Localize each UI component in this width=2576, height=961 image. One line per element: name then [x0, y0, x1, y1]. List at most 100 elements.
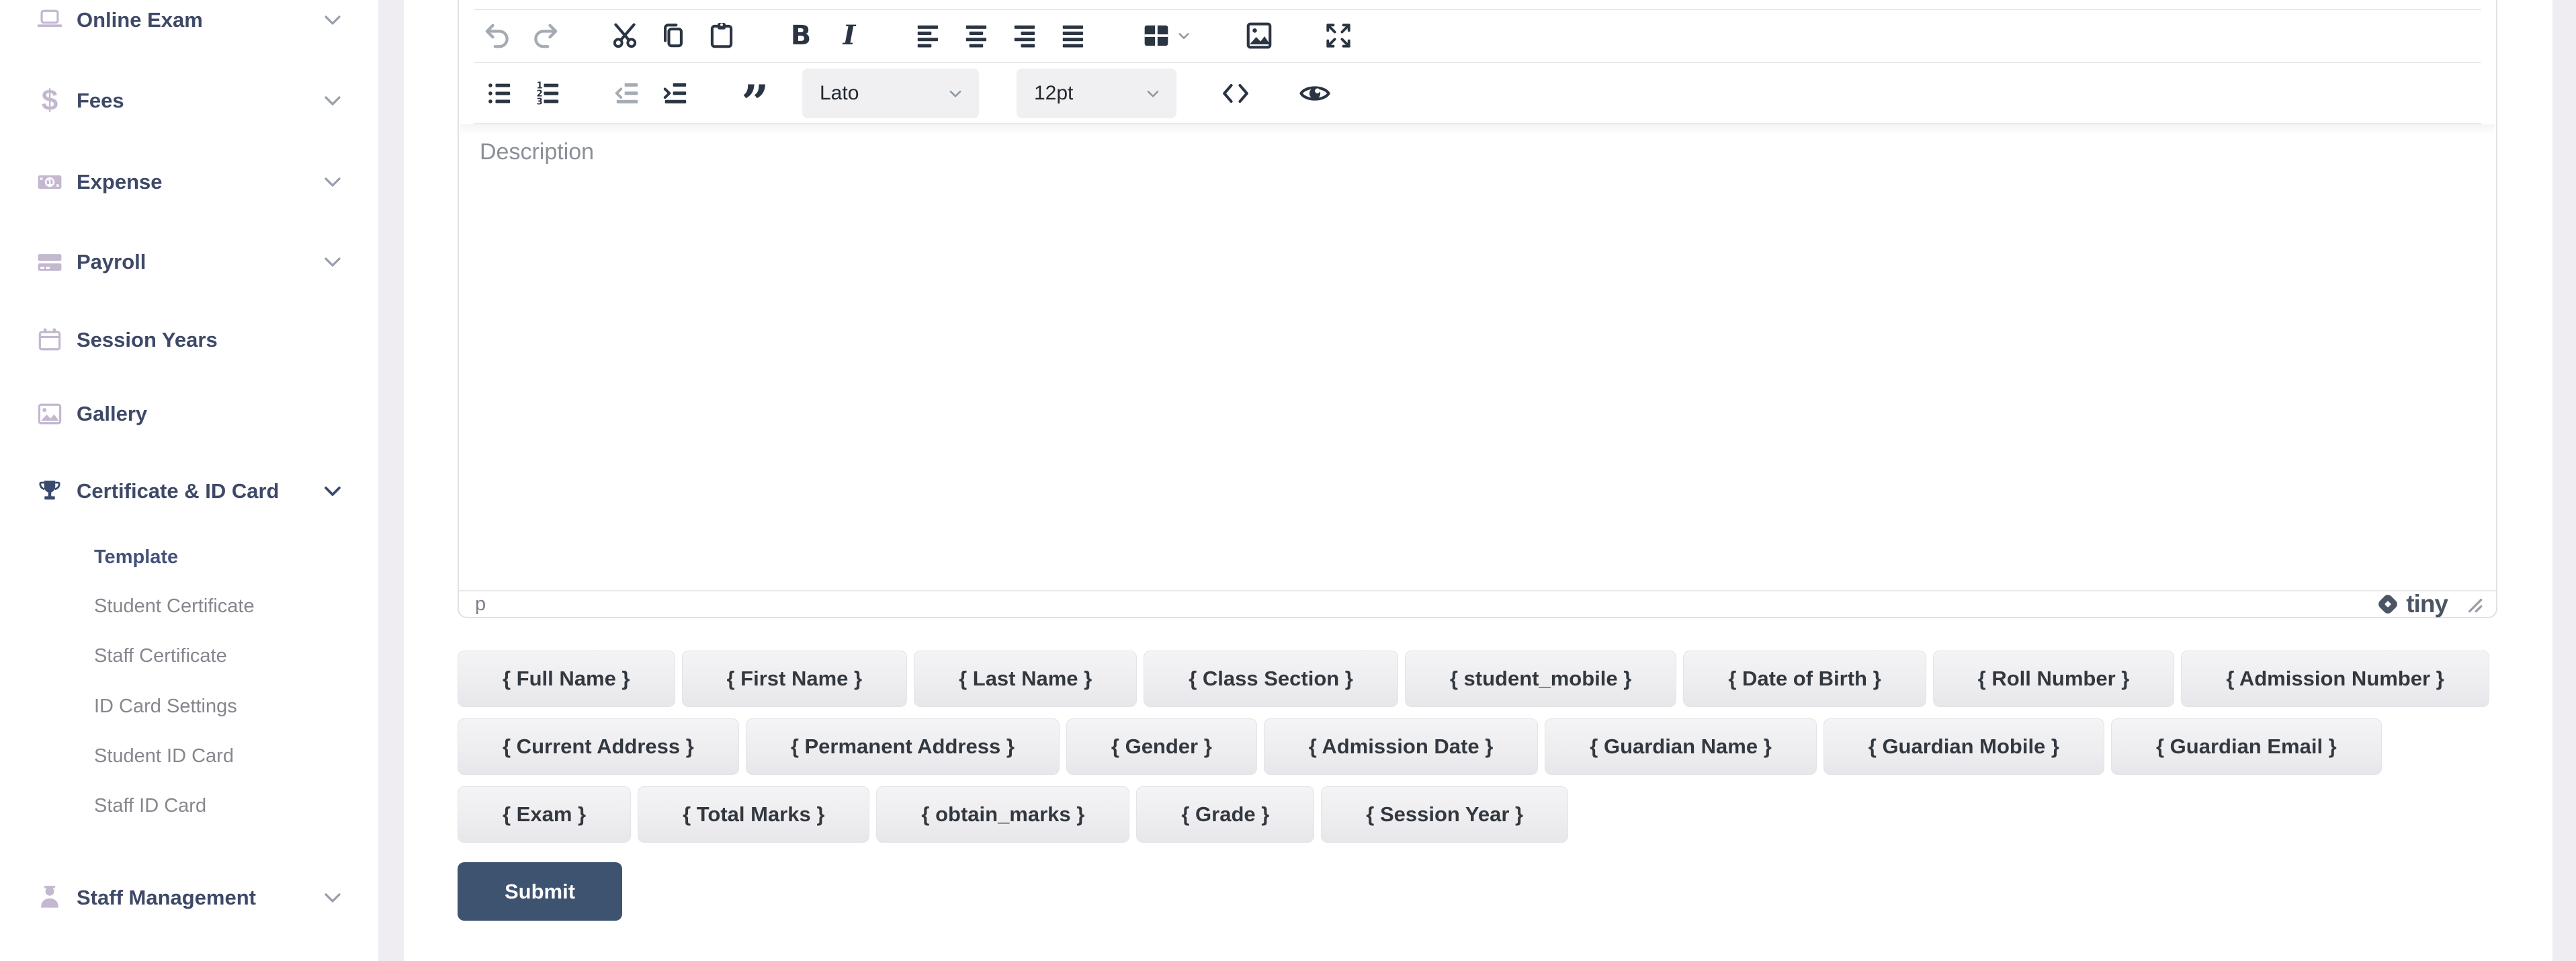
table-button[interactable] [1134, 17, 1199, 54]
fullscreen-button[interactable] [1320, 17, 1357, 54]
paste-button[interactable] [703, 17, 740, 54]
sidebar-item-label: Online Exam [77, 8, 203, 32]
image-button[interactable] [1240, 17, 1278, 54]
tag-class-section[interactable]: { Class Section } [1144, 651, 1398, 707]
chevron-down-icon [319, 478, 346, 505]
submit-button[interactable]: Submit [458, 862, 623, 921]
tag-roll-number[interactable]: { Roll Number } [1932, 651, 2175, 707]
tag-session-year[interactable]: { Session Year } [1321, 786, 1569, 843]
sidebar-subitem-id-card-settings[interactable]: ID Card Settings [0, 690, 378, 722]
sidebar-item-online-exam[interactable]: Online Exam [0, 0, 378, 40]
dollar-icon: $ [41, 84, 58, 117]
calendar-icon [35, 325, 65, 355]
italic-button[interactable]: I [830, 17, 868, 54]
sidebar-item-payroll[interactable]: Payroll [0, 242, 378, 282]
sidebar-item-label: Expense [77, 170, 163, 194]
indent-button[interactable] [657, 75, 695, 112]
tag-first-name[interactable]: { First Name } [681, 651, 908, 707]
tag-guardian-name[interactable]: { Guardian Name } [1545, 718, 1817, 775]
code-button[interactable] [1217, 75, 1254, 112]
copy-button[interactable] [654, 17, 692, 54]
tiny-brand-link[interactable]: tiny [2375, 590, 2448, 618]
sidebar-item-fees[interactable]: $ Fees [0, 81, 378, 121]
svg-text:1: 1 [47, 178, 52, 187]
justify-button[interactable] [1055, 17, 1092, 54]
tag-admission-date[interactable]: { Admission Date } [1263, 718, 1539, 775]
tag-obtain-marks[interactable]: { obtain_marks } [876, 786, 1130, 843]
tag-row-1: { Full Name } { First Name } { Last Name… [458, 651, 2514, 707]
main-scroll-track[interactable] [2552, 0, 2576, 961]
tag-full-name[interactable]: { Full Name } [458, 651, 675, 707]
sidebar-subitem-template[interactable]: Template [0, 541, 378, 573]
tag-grade[interactable]: { Grade } [1136, 786, 1315, 843]
sidebar-item-staff-management[interactable]: Staff Management [0, 878, 378, 918]
chevron-down-icon [1142, 82, 1164, 105]
sidebar-subitem-student-id-card[interactable]: Student ID Card [0, 740, 378, 772]
tag-student-mobile[interactable]: { student_mobile } [1404, 651, 1677, 707]
preview-button[interactable] [1296, 75, 1334, 112]
statusbar-right: tiny [2375, 590, 2484, 618]
font-family-select[interactable]: Lato [802, 68, 979, 118]
sidebar-subitem-staff-certificate[interactable]: Staff Certificate [0, 640, 378, 672]
tag-gender[interactable]: { Gender } [1066, 718, 1257, 775]
sidebar-item-label: Session Years [77, 328, 218, 351]
blockquote-button[interactable]: ” [736, 75, 774, 126]
gallery-icon [35, 399, 65, 429]
undo-button[interactable] [478, 17, 516, 54]
redo-button[interactable] [527, 17, 564, 54]
tag-row-3: { Exam } { Total Marks } { obtain_marks … [458, 786, 2514, 843]
font-family-value: Lato [820, 81, 859, 104]
font-size-value: 12pt [1034, 81, 1074, 104]
rich-text-editor: B I 1 2 3 ” Lato 12pt Description p tiny [458, 0, 2497, 618]
svg-text:3: 3 [537, 97, 543, 107]
tag-total-marks[interactable]: { Total Marks } [638, 786, 870, 843]
sidebar-subitem-student-certificate[interactable]: Student Certificate [0, 590, 378, 622]
chevron-down-icon [319, 169, 346, 196]
align-left-button[interactable] [910, 17, 947, 54]
sidebar-subitem-label: Staff ID Card [94, 794, 207, 817]
chevron-down-icon [319, 87, 346, 114]
chevron-down-icon [319, 884, 346, 911]
resize-handle[interactable] [2464, 594, 2484, 614]
tag-permanent-address[interactable]: { Permanent Address } [745, 718, 1060, 775]
tag-guardian-mobile[interactable]: { Guardian Mobile } [1823, 718, 2104, 775]
cut-button[interactable] [606, 17, 644, 54]
editor-content-area[interactable]: Description [459, 124, 2496, 590]
tag-guardian-email[interactable]: { Guardian Email } [2110, 718, 2382, 775]
chevron-down-icon [944, 82, 967, 105]
element-path[interactable]: p [475, 593, 486, 616]
merge-tags: { Full Name } { First Name } { Last Name… [458, 651, 2514, 843]
font-size-select[interactable]: 12pt [1017, 68, 1176, 118]
staff-icon [35, 883, 65, 913]
sidebar-item-expense[interactable]: 1 Expense [0, 162, 378, 202]
sidebar-subitem-label: ID Card Settings [94, 695, 237, 717]
numbered-list-button[interactable]: 123 [529, 75, 567, 112]
toolbar-row-1: B I [459, 9, 2496, 62]
tag-admission-number[interactable]: { Admission Number } [2181, 651, 2489, 707]
sidebar-item-label: Staff Management [77, 886, 256, 909]
sidebar: Online Exam $ Fees 1 Expense Payroll Ses… [0, 0, 378, 961]
trophy-icon [35, 476, 65, 506]
laptop-icon [35, 5, 65, 35]
tiny-logo-text: tiny [2406, 590, 2448, 618]
tag-date-of-birth[interactable]: { Date of Birth } [1683, 651, 1926, 707]
template-editor-page: Online Exam $ Fees 1 Expense Payroll Ses… [0, 0, 2576, 961]
align-right-button[interactable] [1006, 17, 1044, 54]
sidebar-item-gallery[interactable]: Gallery [0, 394, 378, 434]
bullet-list-button[interactable] [481, 75, 519, 112]
tag-exam[interactable]: { Exam } [458, 786, 632, 843]
editor-placeholder: Description [480, 139, 595, 165]
align-center-button[interactable] [958, 17, 996, 54]
sidebar-item-label: Certificate & ID Card [77, 479, 280, 503]
sidebar-subitem-label: Staff Certificate [94, 644, 227, 667]
sidebar-scroll-track[interactable] [378, 0, 404, 961]
toolbar-row-2: 123 ” Lato 12pt [459, 63, 2496, 126]
sidebar-subitem-label: Student ID Card [94, 745, 234, 767]
sidebar-subitem-staff-id-card[interactable]: Staff ID Card [0, 790, 378, 822]
bold-button[interactable]: B [782, 17, 820, 54]
tag-last-name[interactable]: { Last Name } [914, 651, 1137, 707]
tag-current-address[interactable]: { Current Address } [458, 718, 739, 775]
sidebar-item-session-years[interactable]: Session Years [0, 320, 378, 360]
outdent-button[interactable] [609, 75, 646, 112]
sidebar-item-certificate-id-card[interactable]: Certificate & ID Card [0, 471, 378, 511]
